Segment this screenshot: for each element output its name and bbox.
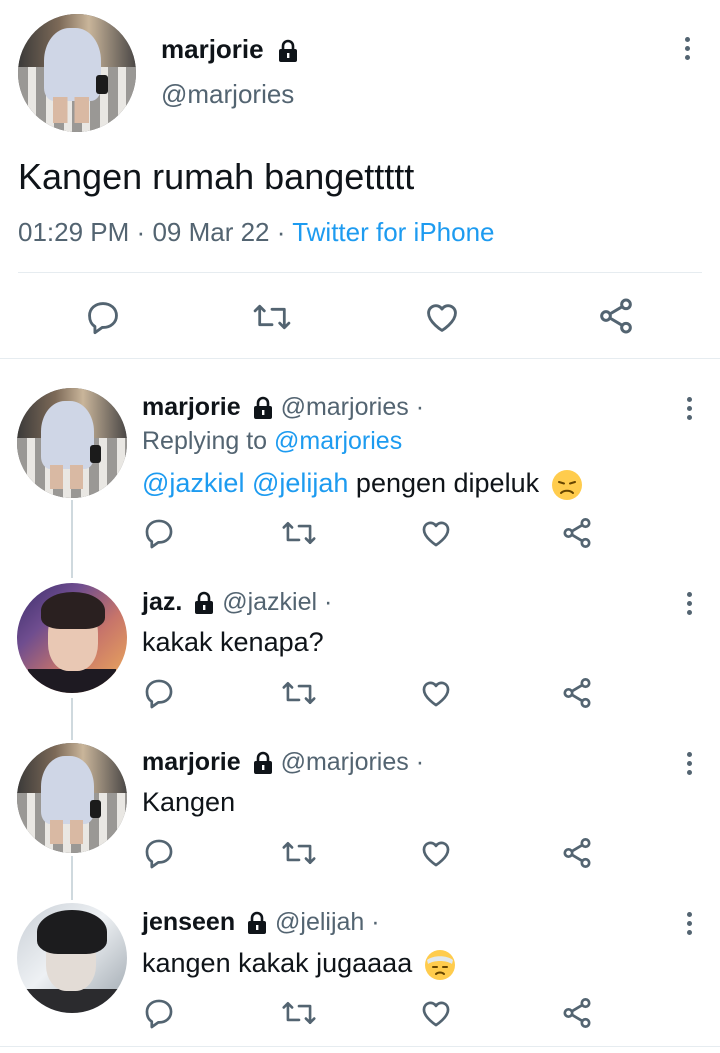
reply-avatar[interactable]: [17, 903, 127, 1013]
share-icon[interactable]: [560, 996, 594, 1030]
more-options-icon[interactable]: [686, 752, 694, 779]
reply-icon[interactable]: [142, 676, 176, 710]
share-icon[interactable]: [596, 296, 636, 336]
reply-icon[interactable]: [142, 996, 176, 1030]
more-options-icon[interactable]: [684, 37, 692, 64]
share-icon[interactable]: [560, 836, 594, 870]
lock-icon: [246, 911, 268, 935]
thread-line: [71, 856, 73, 900]
reply-author-name[interactable]: jenseen: [142, 908, 235, 936]
like-icon[interactable]: [418, 516, 454, 550]
reply-text: @jazkiel @jelijah pengen dipeluk: [142, 466, 583, 501]
like-icon[interactable]: [418, 676, 454, 710]
reply-avatar[interactable]: [17, 743, 127, 853]
reply-icon[interactable]: [84, 298, 122, 336]
share-icon[interactable]: [560, 516, 594, 550]
reply-avatar[interactable]: [17, 388, 127, 498]
reply-header: jenseen @jelijah ·: [142, 906, 380, 938]
more-options-icon[interactable]: [686, 592, 694, 619]
like-icon[interactable]: [418, 996, 454, 1030]
main-author-handle[interactable]: @marjories: [161, 78, 294, 110]
reply-author-handle[interactable]: @marjories: [281, 393, 409, 421]
header-dot: ·: [324, 588, 333, 616]
divider: [18, 272, 702, 273]
reply-avatar[interactable]: [17, 583, 127, 693]
header-dot: ·: [371, 908, 380, 936]
main-avatar[interactable]: [18, 14, 136, 132]
mention-link[interactable]: @jazkiel: [142, 468, 244, 498]
disappointed-face-icon: [551, 469, 583, 501]
reply-icon[interactable]: [142, 836, 176, 870]
lock-icon: [193, 591, 215, 615]
retweet-icon[interactable]: [281, 836, 317, 870]
tweet-date: 09 Mar 22: [152, 217, 270, 247]
replying-to-link[interactable]: @marjories: [274, 427, 402, 455]
reply-header: marjorie @marjories ·: [142, 746, 424, 778]
lock-icon: [252, 751, 274, 775]
tweet-time: 01:29 PM: [18, 217, 130, 247]
reply-icon[interactable]: [142, 516, 176, 550]
main-author-name[interactable]: marjorie: [161, 34, 264, 64]
like-icon[interactable]: [422, 298, 462, 336]
reply-body: kangen kakak jugaaaa: [142, 948, 413, 978]
share-icon[interactable]: [560, 676, 594, 710]
reply-author-name[interactable]: marjorie: [142, 748, 241, 776]
more-options-icon[interactable]: [686, 912, 694, 939]
reply-body: Kangen: [142, 787, 236, 817]
retweet-icon[interactable]: [281, 516, 317, 550]
reply-body: kakak kenapa?: [142, 627, 324, 657]
reply-header: jaz. @jazkiel ·: [142, 586, 332, 618]
reply-body: pengen dipeluk: [355, 468, 540, 498]
replying-to-label: Replying to: [142, 427, 268, 455]
reply-author-handle[interactable]: @jelijah: [275, 908, 364, 936]
meta-separator: ·: [136, 217, 146, 247]
divider: [0, 358, 720, 359]
mention-link[interactable]: @jelijah: [252, 468, 348, 498]
thread-line: [71, 698, 73, 740]
more-options-icon[interactable]: [686, 397, 694, 424]
retweet-icon[interactable]: [281, 996, 317, 1030]
reply-author-name[interactable]: marjorie: [142, 393, 241, 421]
lock-icon: [277, 39, 299, 63]
tweet-source-link[interactable]: Twitter for iPhone: [292, 217, 494, 247]
main-tweet-text: Kangen rumah bangettttt: [18, 156, 415, 197]
replying-to-line: Replying to @marjories: [142, 425, 402, 457]
reply-author-handle[interactable]: @jazkiel: [222, 588, 317, 616]
header-dot: ·: [415, 748, 425, 776]
reply-author-name[interactable]: jaz.: [142, 588, 182, 616]
meta-separator: ·: [276, 217, 286, 247]
reply-text: kangen kakak jugaaaa: [142, 946, 456, 981]
header-dot: ·: [415, 393, 425, 421]
main-tweet-meta: 01:29 PM · 09 Mar 22 · Twitter for iPhon…: [18, 215, 495, 249]
retweet-icon[interactable]: [281, 676, 317, 710]
lock-icon: [252, 396, 274, 420]
like-icon[interactable]: [418, 836, 454, 870]
reply-header: marjorie @marjories ·: [142, 391, 424, 423]
main-author-row: marjorie: [161, 33, 299, 65]
reply-author-handle[interactable]: @marjories: [281, 748, 409, 776]
thread-line: [71, 500, 73, 578]
retweet-icon[interactable]: [252, 298, 292, 336]
face-with-head-bandage-icon: [424, 949, 456, 981]
divider: [0, 1046, 720, 1047]
